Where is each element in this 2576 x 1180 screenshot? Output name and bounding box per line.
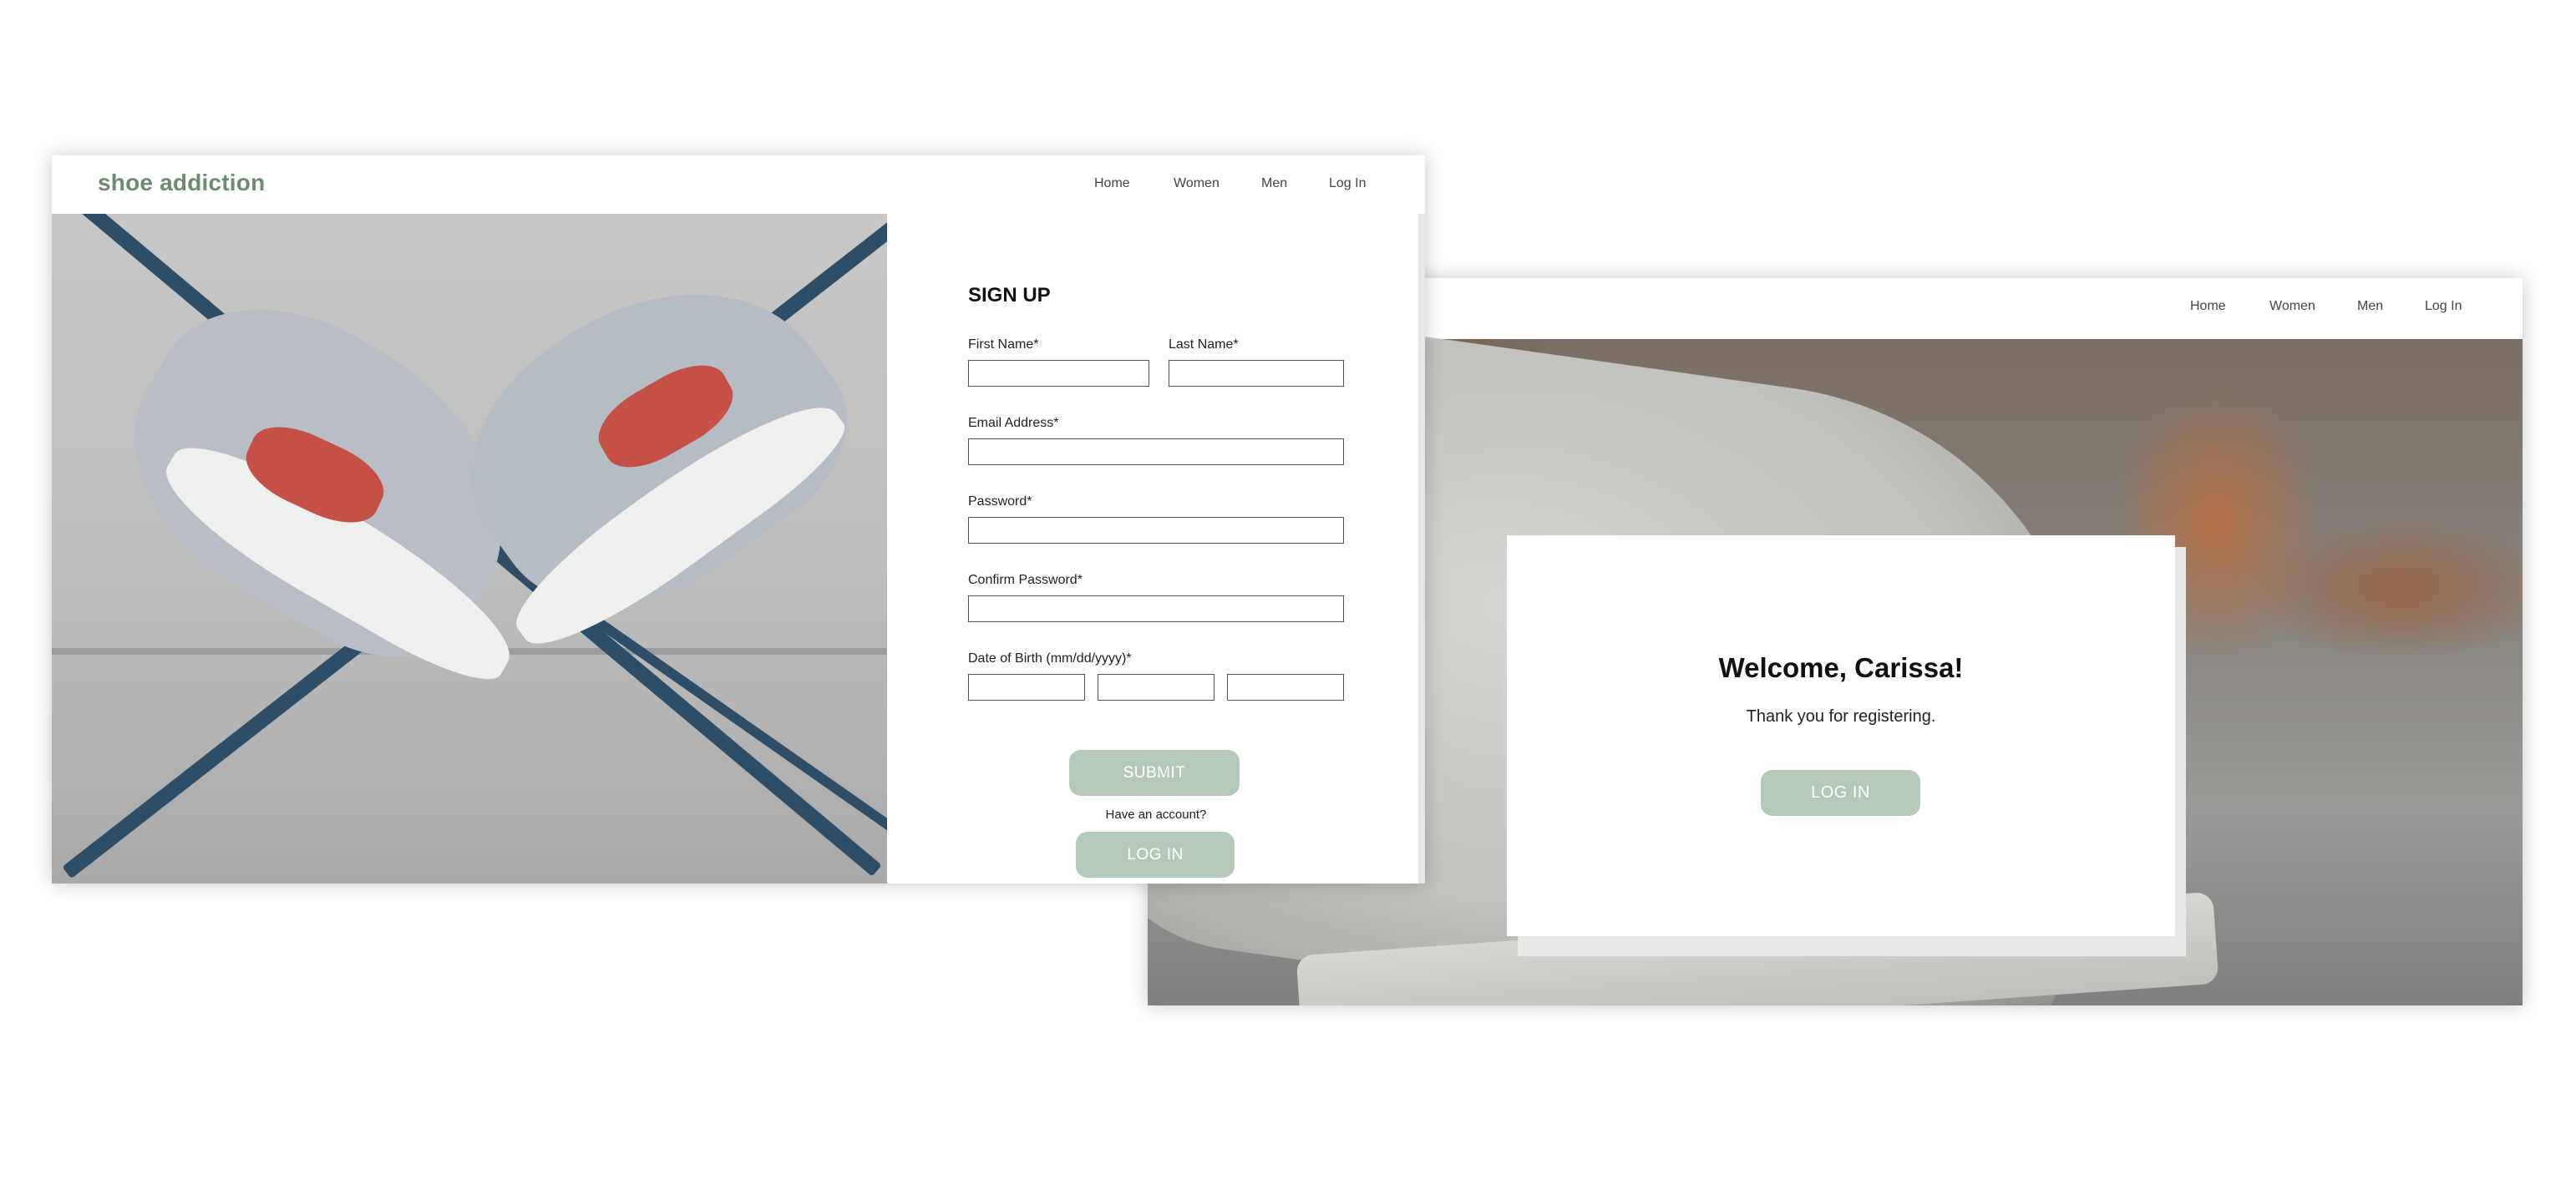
have-account-text: Have an account? [1105, 808, 1207, 822]
brand-logo[interactable]: shoe addiction [98, 170, 265, 196]
nav-men-link[interactable]: Men [2357, 299, 2383, 314]
first-name-label: First Name* [968, 337, 1039, 352]
signup-screen: shoe addiction Home Women Men Log In SIG… [52, 155, 1425, 884]
password-input[interactable] [968, 517, 1344, 544]
last-name-label: Last Name* [1169, 337, 1239, 352]
form-title: SIGN UP [968, 284, 1051, 306]
login-button[interactable]: LOG IN [1761, 770, 1920, 816]
last-name-input[interactable] [1169, 360, 1344, 387]
email-input[interactable] [968, 438, 1344, 465]
dob-month-input[interactable] [968, 674, 1085, 701]
signup-form: SIGN UP First Name* Last Name* Email Add… [887, 214, 1425, 884]
login-button[interactable]: LOG IN [1076, 832, 1235, 878]
first-name-input[interactable] [968, 360, 1149, 387]
confirm-password-input[interactable] [968, 595, 1344, 622]
welcome-modal: Welcome, Carissa! Thank you for register… [1507, 535, 2175, 936]
scrollbar[interactable] [1418, 214, 1425, 884]
welcome-message: Thank you for registering. [1746, 707, 1936, 726]
submit-button[interactable]: SUBMIT [1069, 750, 1240, 796]
dob-year-input[interactable] [1227, 674, 1344, 701]
welcome-title: Welcome, Carissa! [1718, 652, 1964, 683]
navbar: shoe addiction Home Women Men Log In [52, 155, 1425, 214]
nav-login-link[interactable]: Log In [2425, 299, 2462, 314]
nav-login-link[interactable]: Log In [1329, 176, 1366, 191]
dob-label: Date of Birth (mm/dd/yyyy)* [968, 651, 1132, 666]
confirm-password-label: Confirm Password* [968, 573, 1083, 587]
password-label: Password* [968, 494, 1032, 509]
nav-home-link[interactable]: Home [1094, 176, 1130, 191]
sneakers-photo [52, 214, 887, 884]
nav-women-link[interactable]: Women [1174, 176, 1220, 191]
nav-women-link[interactable]: Women [2269, 299, 2315, 314]
dob-day-input[interactable] [1098, 674, 1214, 701]
nav-men-link[interactable]: Men [1261, 176, 1287, 191]
nav-home-link[interactable]: Home [2190, 299, 2226, 314]
email-label: Email Address* [968, 416, 1059, 430]
